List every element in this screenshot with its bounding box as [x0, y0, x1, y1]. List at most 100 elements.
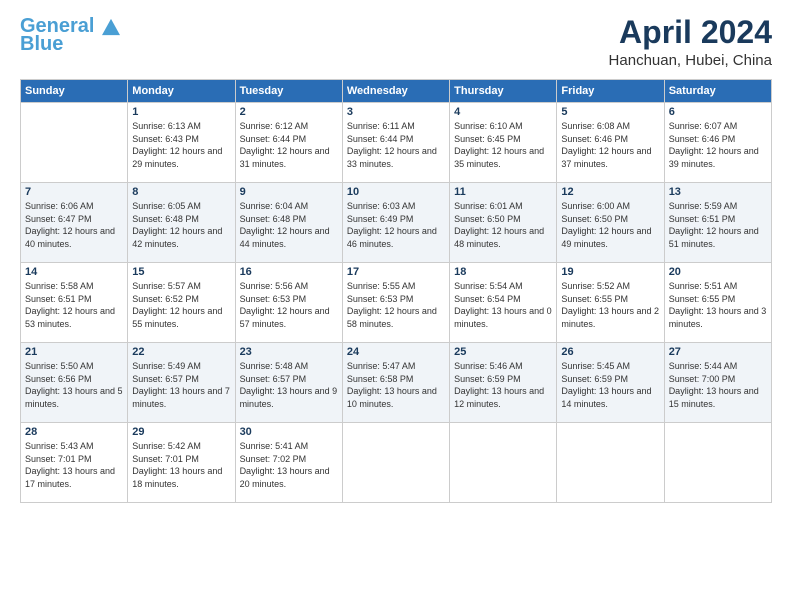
day-info: Sunrise: 6:06 AMSunset: 6:47 PMDaylight:…	[25, 200, 123, 250]
day-number: 15	[132, 266, 230, 278]
day-info: Sunrise: 6:05 AMSunset: 6:48 PMDaylight:…	[132, 200, 230, 250]
day-number: 3	[347, 106, 445, 118]
table-row: 22 Sunrise: 5:49 AMSunset: 6:57 PMDayligh…	[128, 343, 235, 423]
table-row: 12 Sunrise: 6:00 AMSunset: 6:50 PMDayligh…	[557, 183, 664, 263]
day-info: Sunrise: 6:03 AMSunset: 6:49 PMDaylight:…	[347, 200, 445, 250]
page: General Blue April 2024 Hanchuan, Hubei,…	[0, 0, 792, 612]
day-number: 5	[561, 106, 659, 118]
day-info: Sunrise: 5:55 AMSunset: 6:53 PMDaylight:…	[347, 280, 445, 330]
day-info: Sunrise: 5:54 AMSunset: 6:54 PMDaylight:…	[454, 280, 552, 330]
table-row: 24 Sunrise: 5:47 AMSunset: 6:58 PMDayligh…	[342, 343, 449, 423]
day-number: 18	[454, 266, 552, 278]
header: General Blue April 2024 Hanchuan, Hubei,…	[20, 15, 772, 69]
day-info: Sunrise: 6:11 AMSunset: 6:44 PMDaylight:…	[347, 120, 445, 170]
day-info: Sunrise: 6:01 AMSunset: 6:50 PMDaylight:…	[454, 200, 552, 250]
location: Hanchuan, Hubei, China	[609, 52, 772, 69]
day-info: Sunrise: 5:42 AMSunset: 7:01 PMDaylight:…	[132, 440, 230, 490]
day-info: Sunrise: 5:50 AMSunset: 6:56 PMDaylight:…	[25, 360, 123, 410]
th-sunday: Sunday	[21, 80, 128, 103]
day-info: Sunrise: 5:48 AMSunset: 6:57 PMDaylight:…	[240, 360, 338, 410]
day-info: Sunrise: 5:49 AMSunset: 6:57 PMDaylight:…	[132, 360, 230, 410]
day-info: Sunrise: 5:58 AMSunset: 6:51 PMDaylight:…	[25, 280, 123, 330]
month-title: April 2024	[609, 15, 772, 50]
day-info: Sunrise: 5:47 AMSunset: 6:58 PMDaylight:…	[347, 360, 445, 410]
table-row: 14 Sunrise: 5:58 AMSunset: 6:51 PMDayligh…	[21, 263, 128, 343]
table-row: 15 Sunrise: 5:57 AMSunset: 6:52 PMDayligh…	[128, 263, 235, 343]
table-row: 18 Sunrise: 5:54 AMSunset: 6:54 PMDayligh…	[450, 263, 557, 343]
day-info: Sunrise: 5:41 AMSunset: 7:02 PMDaylight:…	[240, 440, 338, 490]
day-number: 19	[561, 266, 659, 278]
day-number: 27	[669, 346, 767, 358]
table-row: 25 Sunrise: 5:46 AMSunset: 6:59 PMDayligh…	[450, 343, 557, 423]
day-number: 20	[669, 266, 767, 278]
day-info: Sunrise: 5:59 AMSunset: 6:51 PMDaylight:…	[669, 200, 767, 250]
table-row: 2Sunrise: 6:12 AMSunset: 6:44 PMDaylight…	[235, 103, 342, 183]
day-info: Sunrise: 5:51 AMSunset: 6:55 PMDaylight:…	[669, 280, 767, 330]
table-row: 11 Sunrise: 6:01 AMSunset: 6:50 PMDayligh…	[450, 183, 557, 263]
day-info: Sunrise: 5:57 AMSunset: 6:52 PMDaylight:…	[132, 280, 230, 330]
th-wednesday: Wednesday	[342, 80, 449, 103]
table-row: 19 Sunrise: 5:52 AMSunset: 6:55 PMDayligh…	[557, 263, 664, 343]
day-info: Sunrise: 6:00 AMSunset: 6:50 PMDaylight:…	[561, 200, 659, 250]
table-row: 30Sunrise: 5:41 AMSunset: 7:02 PMDayligh…	[235, 423, 342, 503]
table-row: 29Sunrise: 5:42 AMSunset: 7:01 PMDayligh…	[128, 423, 235, 503]
day-number: 4	[454, 106, 552, 118]
day-info: Sunrise: 5:46 AMSunset: 6:59 PMDaylight:…	[454, 360, 552, 410]
th-thursday: Thursday	[450, 80, 557, 103]
logo: General Blue	[20, 15, 120, 56]
table-row: 13 Sunrise: 5:59 AMSunset: 6:51 PMDayligh…	[664, 183, 771, 263]
calendar-week-row: 28 Sunrise: 5:43 AMSunset: 7:01 PMDayligh…	[21, 423, 772, 503]
header-row: Sunday Monday Tuesday Wednesday Thursday…	[21, 80, 772, 103]
logo-blue: Blue	[20, 33, 63, 56]
table-row: 17 Sunrise: 5:55 AMSunset: 6:53 PMDayligh…	[342, 263, 449, 343]
day-info: Sunrise: 6:13 AMSunset: 6:43 PMDaylight:…	[132, 120, 230, 170]
table-row: 8 Sunrise: 6:05 AMSunset: 6:48 PMDaylight…	[128, 183, 235, 263]
table-row: 20 Sunrise: 5:51 AMSunset: 6:55 PMDayligh…	[664, 263, 771, 343]
day-number: 21	[25, 346, 123, 358]
table-row	[450, 423, 557, 503]
day-number: 8	[132, 186, 230, 198]
day-number: 10	[347, 186, 445, 198]
day-number: 2	[240, 106, 338, 118]
day-number: 24	[347, 346, 445, 358]
calendar-week-row: 14 Sunrise: 5:58 AMSunset: 6:51 PMDayligh…	[21, 263, 772, 343]
day-number: 28	[25, 426, 123, 438]
day-number: 1	[132, 106, 230, 118]
table-row	[21, 103, 128, 183]
day-info: Sunrise: 6:10 AMSunset: 6:45 PMDaylight:…	[454, 120, 552, 170]
day-info: Sunrise: 5:44 AMSunset: 7:00 PMDaylight:…	[669, 360, 767, 410]
th-monday: Monday	[128, 80, 235, 103]
day-number: 13	[669, 186, 767, 198]
table-row: 23 Sunrise: 5:48 AMSunset: 6:57 PMDayligh…	[235, 343, 342, 423]
day-number: 6	[669, 106, 767, 118]
table-row: 21 Sunrise: 5:50 AMSunset: 6:56 PMDayligh…	[21, 343, 128, 423]
day-info: Sunrise: 5:52 AMSunset: 6:55 PMDaylight:…	[561, 280, 659, 330]
day-number: 7	[25, 186, 123, 198]
day-info: Sunrise: 6:04 AMSunset: 6:48 PMDaylight:…	[240, 200, 338, 250]
th-friday: Friday	[557, 80, 664, 103]
day-info: Sunrise: 5:43 AMSunset: 7:01 PMDaylight:…	[25, 440, 123, 490]
calendar-week-row: 7 Sunrise: 6:06 AMSunset: 6:47 PMDaylight…	[21, 183, 772, 263]
day-number: 17	[347, 266, 445, 278]
table-row: 9 Sunrise: 6:04 AMSunset: 6:48 PMDaylight…	[235, 183, 342, 263]
calendar-week-row: 21 Sunrise: 5:50 AMSunset: 6:56 PMDayligh…	[21, 343, 772, 423]
day-number: 14	[25, 266, 123, 278]
day-number: 11	[454, 186, 552, 198]
table-row: 4 Sunrise: 6:10 AMSunset: 6:45 PMDaylight…	[450, 103, 557, 183]
day-number: 26	[561, 346, 659, 358]
day-number: 25	[454, 346, 552, 358]
day-info: Sunrise: 6:07 AMSunset: 6:46 PMDaylight:…	[669, 120, 767, 170]
title-block: April 2024 Hanchuan, Hubei, China	[609, 15, 772, 69]
table-row	[342, 423, 449, 503]
day-number: 22	[132, 346, 230, 358]
table-row: 3 Sunrise: 6:11 AMSunset: 6:44 PMDaylight…	[342, 103, 449, 183]
day-number: 12	[561, 186, 659, 198]
day-number: 23	[240, 346, 338, 358]
day-info: Sunrise: 5:45 AMSunset: 6:59 PMDaylight:…	[561, 360, 659, 410]
th-saturday: Saturday	[664, 80, 771, 103]
day-number: 9	[240, 186, 338, 198]
th-tuesday: Tuesday	[235, 80, 342, 103]
table-row: 27 Sunrise: 5:44 AMSunset: 7:00 PMDayligh…	[664, 343, 771, 423]
day-info: Sunrise: 6:08 AMSunset: 6:46 PMDaylight:…	[561, 120, 659, 170]
table-row	[557, 423, 664, 503]
